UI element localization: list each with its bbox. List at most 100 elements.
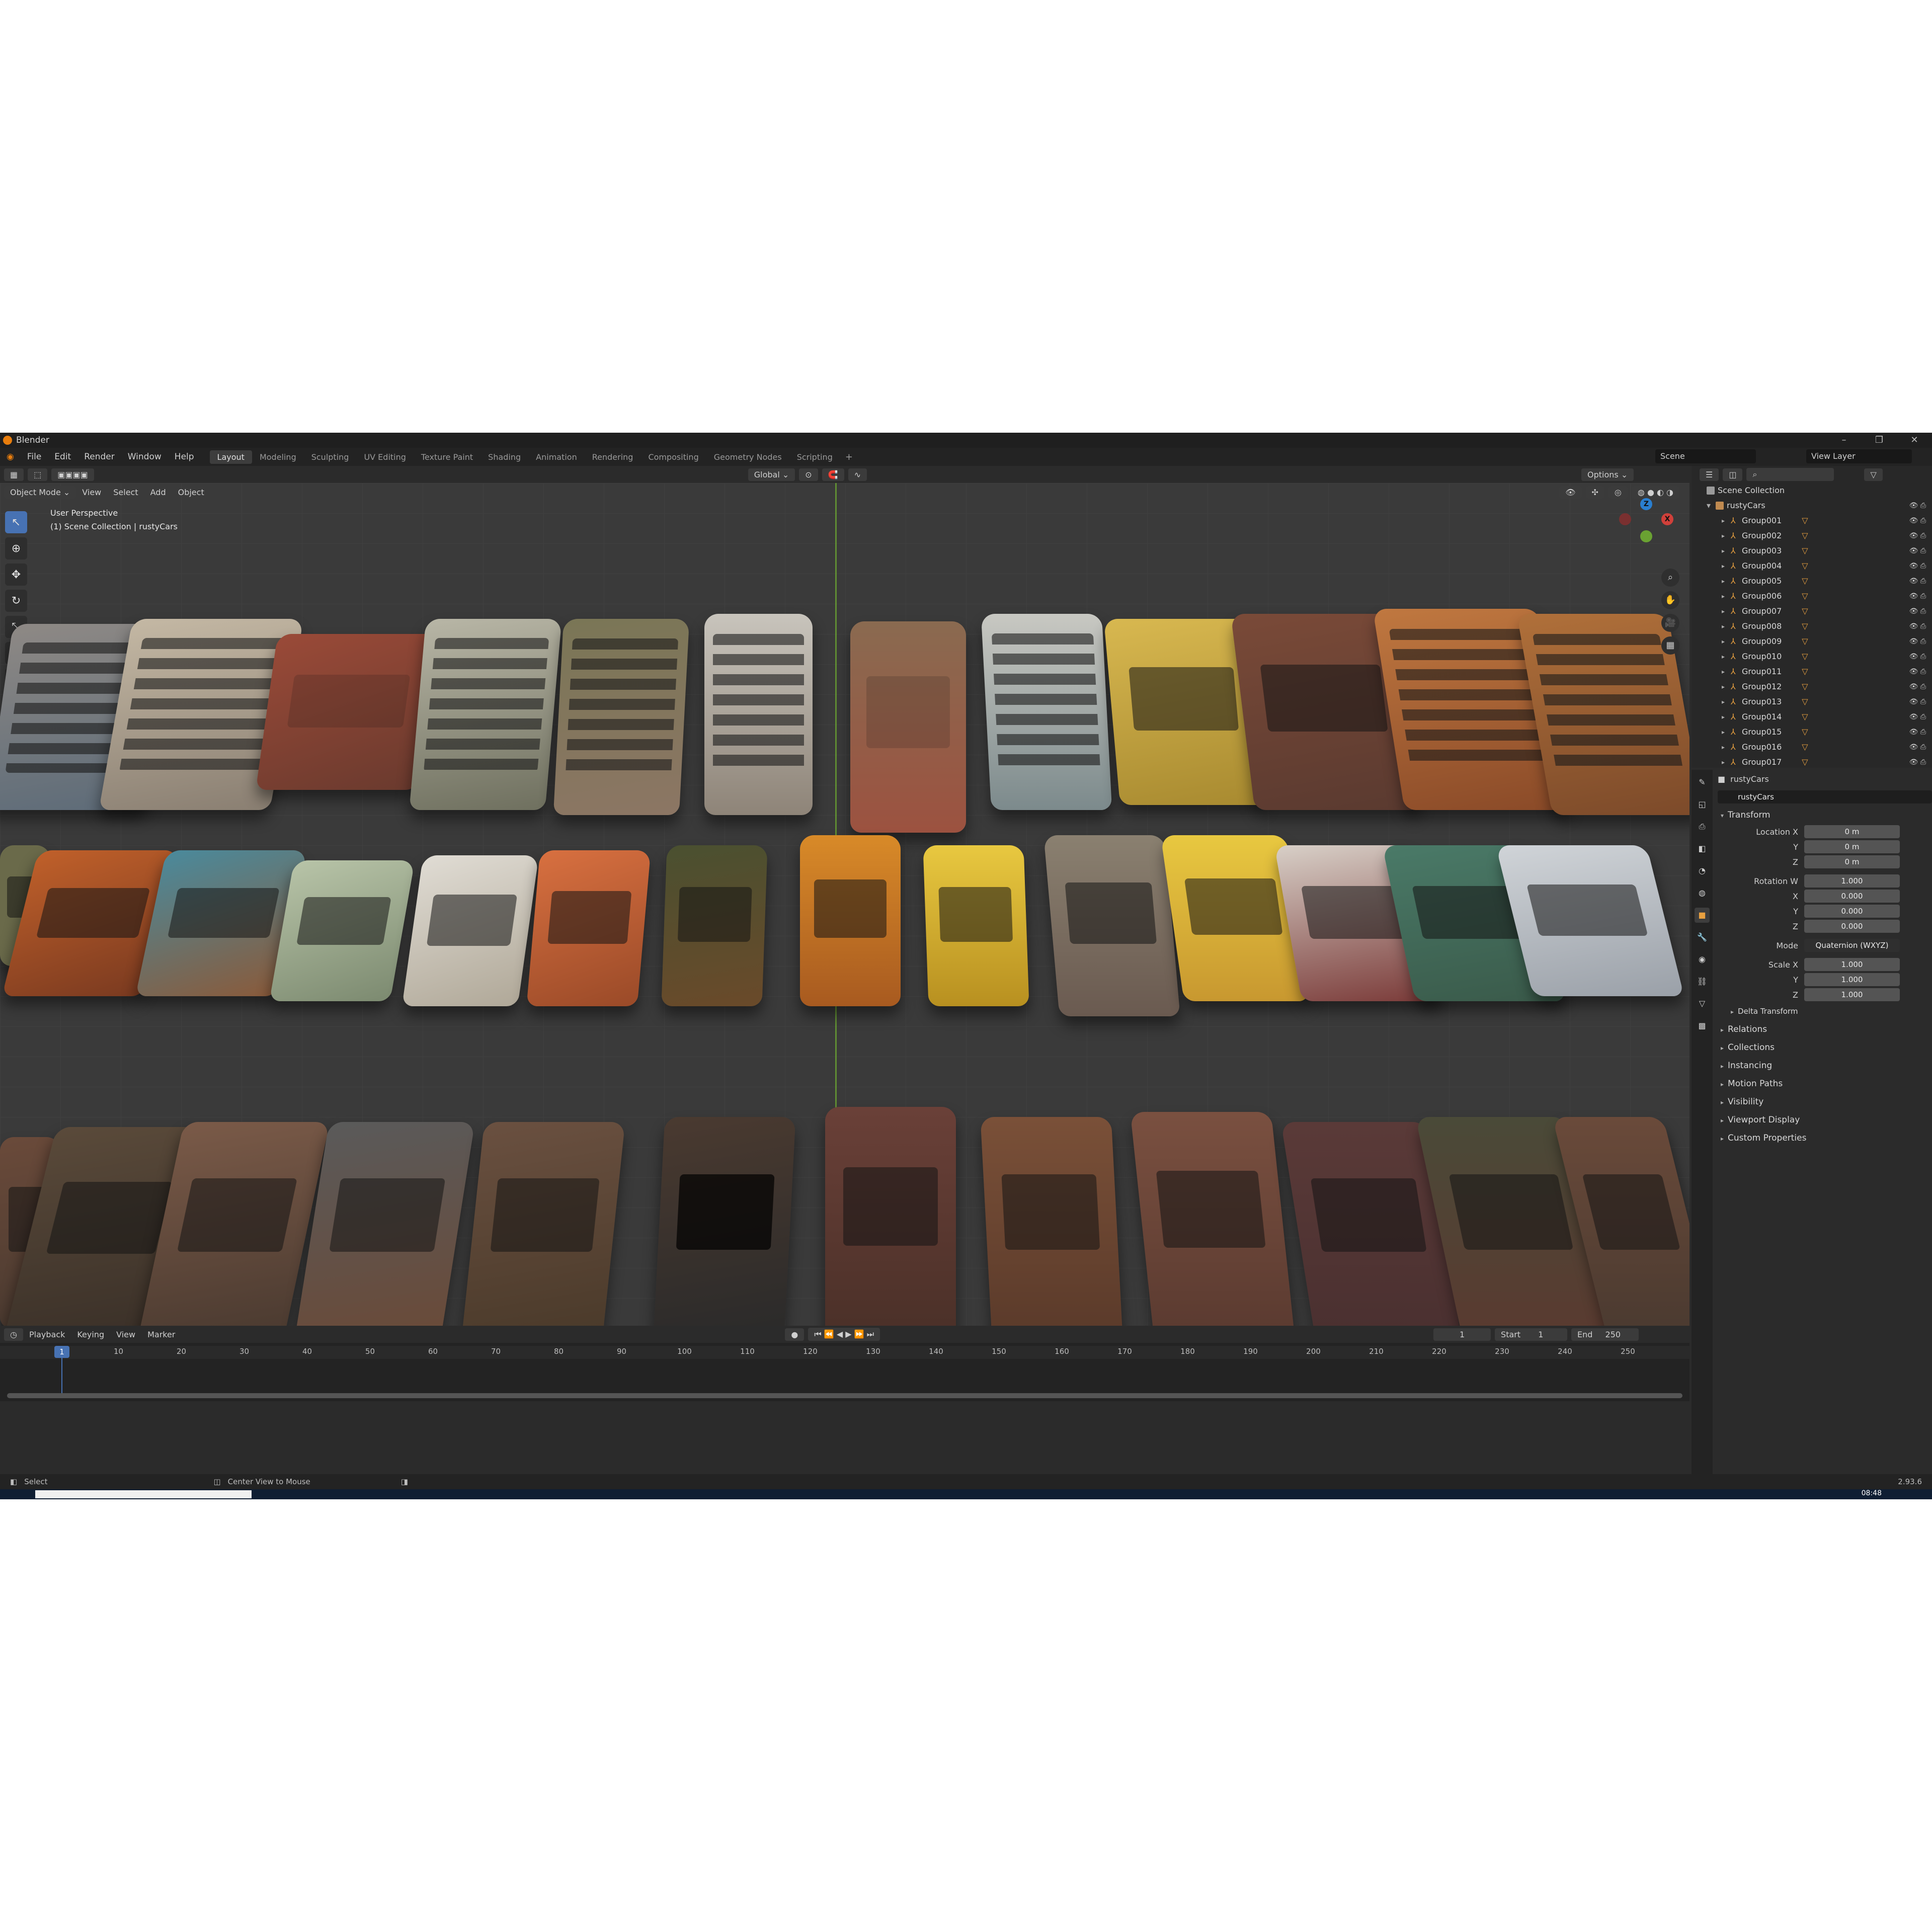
location-z-field[interactable]: 0 m <box>1804 855 1900 868</box>
filter-icon[interactable]: ▽ <box>1864 468 1883 481</box>
expand-arrow-icon[interactable]: ▸ <box>1722 574 1731 589</box>
rusty-vehicle[interactable] <box>923 845 1029 1006</box>
viewport-menu-object[interactable]: Object <box>172 488 210 497</box>
menu-render[interactable]: Render <box>77 452 121 462</box>
scene-tab-icon[interactable]: ◔ <box>1695 863 1710 878</box>
current-frame-marker[interactable]: 1 <box>54 1346 69 1358</box>
scale-y-field[interactable]: 1.000 <box>1804 973 1900 986</box>
visibility-eye-icon[interactable]: 👁 ⎙ <box>1909 589 1926 604</box>
visibility-eye-icon[interactable]: 👁 ⎙ <box>1909 558 1926 574</box>
rusty-vehicle[interactable] <box>256 634 439 790</box>
rusty-vehicle[interactable] <box>800 835 901 1006</box>
scene-selector[interactable]: Scene <box>1655 449 1756 463</box>
move-tool-icon[interactable]: ✥ <box>5 564 27 586</box>
y-axis-icon[interactable] <box>1640 530 1652 542</box>
collapse-arrow-icon[interactable]: ▾ <box>1707 498 1716 513</box>
shading-modes-icons[interactable]: ◍ ● ◐ ◑ <box>1631 486 1679 499</box>
visibility-eye-icon[interactable]: 👁 ⎙ <box>1909 574 1926 589</box>
visibility-eye-icon[interactable]: 👁 ⎙ <box>1909 694 1926 709</box>
tab-shading[interactable]: Shading <box>480 450 528 464</box>
camera-view-icon[interactable]: 🎥 <box>1661 614 1679 632</box>
timeline-menu-keying[interactable]: Keying <box>71 1330 110 1339</box>
z-axis-icon[interactable]: Z <box>1640 498 1652 510</box>
zoom-icon[interactable]: ⌕ <box>1661 569 1679 587</box>
tab-animation[interactable]: Animation <box>528 450 585 464</box>
view-layer-tab-icon[interactable]: ◧ <box>1695 841 1710 856</box>
tab-uv-editing[interactable]: UV Editing <box>356 450 413 464</box>
menu-edit[interactable]: Edit <box>48 452 77 462</box>
timeline-scrollbar[interactable] <box>7 1393 1682 1398</box>
overlay-icon[interactable]: ◎ <box>1608 486 1628 499</box>
output-tab-icon[interactable]: ⎙ <box>1695 819 1710 834</box>
object-tab-icon[interactable]: ■ <box>1695 908 1710 923</box>
rusty-vehicle[interactable] <box>461 1122 625 1326</box>
end-frame-field[interactable]: End 250 <box>1571 1328 1639 1341</box>
rotation-w-field[interactable]: 1.000 <box>1804 874 1900 888</box>
visibility-eye-icon[interactable]: 👁 ⎙ <box>1909 634 1926 649</box>
pivot-icon[interactable]: ⊙ <box>799 468 818 481</box>
outliner-item-group015[interactable]: ▸ ⅄ Group015 ▽ 👁 ⎙ <box>1692 725 1932 740</box>
expand-arrow-icon[interactable]: ▸ <box>1722 694 1731 709</box>
expand-arrow-icon[interactable]: ▸ <box>1722 558 1731 574</box>
visibility-eye-icon[interactable]: 👁 ⎙ <box>1909 679 1926 694</box>
viewport-menu-view[interactable]: View <box>76 488 107 497</box>
navigation-gizmo[interactable]: Z X <box>1619 498 1674 553</box>
visibility-eye-icon[interactable]: 👁 ⎙ <box>1909 604 1926 619</box>
data-tab-icon[interactable]: ▽ <box>1695 996 1710 1011</box>
rusty-vehicle[interactable] <box>981 614 1112 810</box>
visibility-icon[interactable]: 👁 <box>1559 486 1582 499</box>
display-mode-icon[interactable]: ◫ <box>1723 468 1743 481</box>
expand-arrow-icon[interactable]: ▸ <box>1722 740 1731 755</box>
visibility-eye-icon[interactable]: 👁 ⎙ <box>1909 619 1926 634</box>
rusty-vehicle[interactable] <box>1130 1112 1295 1326</box>
rusty-vehicle[interactable] <box>553 619 690 815</box>
outliner-editor-icon[interactable]: ☰ <box>1700 468 1719 481</box>
outliner-item-group003[interactable]: ▸ ⅄ Group003 ▽ 👁 ⎙ <box>1692 543 1932 558</box>
tab-geometry-nodes[interactable]: Geometry Nodes <box>706 450 789 464</box>
constraint-tab-icon[interactable]: ⛓ <box>1695 974 1710 989</box>
outliner-item-group008[interactable]: ▸ ⅄ Group008 ▽ 👁 ⎙ <box>1692 619 1932 634</box>
visibility-eye-icon[interactable]: 👁 ⎙ <box>1909 664 1926 679</box>
outliner-item-group014[interactable]: ▸ ⅄ Group014 ▽ 👁 ⎙ <box>1692 709 1932 725</box>
tab-scripting[interactable]: Scripting <box>789 450 840 464</box>
expand-arrow-icon[interactable]: ▸ <box>1722 649 1731 664</box>
outliner-item-group012[interactable]: ▸ ⅄ Group012 ▽ 👁 ⎙ <box>1692 679 1932 694</box>
3d-viewport[interactable]: Object Mode ⌄ View Select Add Object 👁 ✣… <box>0 483 1689 1326</box>
visibility-eye-icon[interactable]: 👁 ⎙ <box>1909 709 1926 725</box>
timeline-menu-marker[interactable]: Marker <box>141 1330 181 1339</box>
rusty-vehicle[interactable] <box>409 619 562 810</box>
start-frame-field[interactable]: Start 1 <box>1495 1328 1568 1341</box>
scene-collection-row[interactable]: Scene Collection <box>1692 483 1932 498</box>
outliner-item-group004[interactable]: ▸ ⅄ Group004 ▽ 👁 ⎙ <box>1692 558 1932 574</box>
panel-motion-paths[interactable]: ▸ Motion Paths <box>1713 1075 1932 1093</box>
minimize-icon[interactable]: – <box>1826 433 1862 448</box>
rusty-vehicle[interactable] <box>653 1117 796 1326</box>
select-mode-icons[interactable]: ▣▣▣▣ <box>51 468 94 481</box>
snap-icon[interactable]: 🧲 <box>822 468 844 481</box>
rotation-x-field[interactable]: 0.000 <box>1804 890 1900 903</box>
tab-texture-paint[interactable]: Texture Paint <box>414 450 480 464</box>
editor-type-icon[interactable]: ▦ <box>4 468 24 481</box>
expand-arrow-icon[interactable]: ▸ <box>1722 589 1731 604</box>
scale-x-field[interactable]: 1.000 <box>1804 958 1900 971</box>
tool-tab-icon[interactable]: ✎ <box>1695 775 1710 790</box>
tab-layout[interactable]: Layout <box>209 450 252 464</box>
modifier-tab-icon[interactable]: 🔧 <box>1695 930 1710 945</box>
rusty-vehicle[interactable] <box>1043 835 1180 1016</box>
menu-file[interactable]: File <box>21 452 48 462</box>
timeline-menu-view[interactable]: View <box>110 1330 141 1339</box>
physics-tab-icon[interactable]: ◉ <box>1695 952 1710 967</box>
panel-collections[interactable]: ▸ Collections <box>1713 1038 1932 1057</box>
expand-arrow-icon[interactable]: ▸ <box>1722 604 1731 619</box>
expand-arrow-icon[interactable]: ▸ <box>1722 513 1731 528</box>
rotation-z-field[interactable]: 0.000 <box>1804 920 1900 933</box>
expand-arrow-icon[interactable]: ▸ <box>1722 543 1731 558</box>
expand-arrow-icon[interactable]: ▸ <box>1722 619 1731 634</box>
location-x-field[interactable]: 0 m <box>1804 825 1900 838</box>
expand-arrow-icon[interactable]: ▸ <box>1722 709 1731 725</box>
rusty-vehicle[interactable] <box>526 850 651 1006</box>
outliner-item-group001[interactable]: ▸ ⅄ Group001 ▽ 👁 ⎙ <box>1692 513 1932 528</box>
taskbar-search[interactable] <box>35 1490 252 1498</box>
record-icon[interactable]: ● <box>785 1328 804 1341</box>
expand-arrow-icon[interactable]: ▸ <box>1722 634 1731 649</box>
